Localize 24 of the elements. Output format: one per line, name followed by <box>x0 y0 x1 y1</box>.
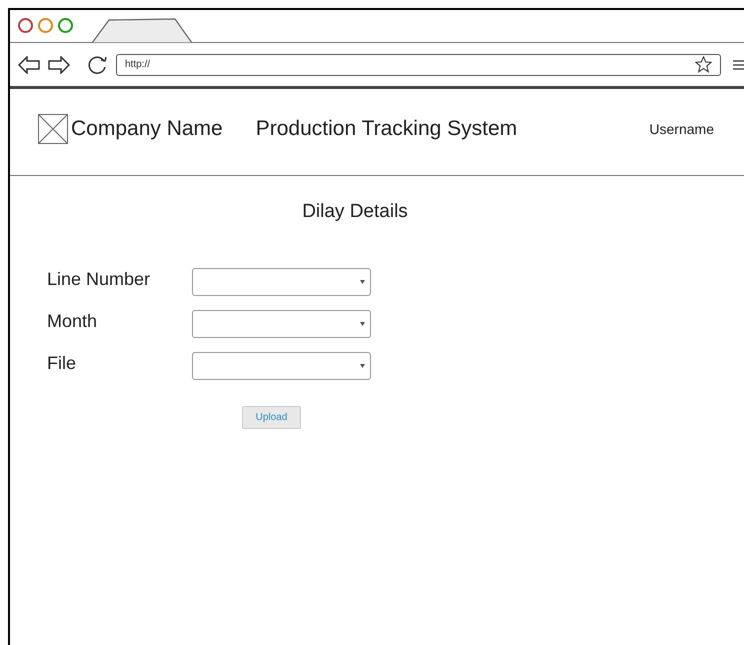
dropdown-field[interactable] <box>192 310 371 338</box>
dropdown-field[interactable] <box>192 268 371 296</box>
dropdown-caret-icon <box>360 322 365 326</box>
dropdown-caret-icon <box>360 364 365 368</box>
field-label: Month <box>47 310 98 332</box>
page-title: Dilay Details <box>302 200 408 224</box>
field-label: Line Number <box>47 268 152 290</box>
reload-icon[interactable] <box>86 54 108 76</box>
app-title: Production Tracking System <box>256 116 518 142</box>
back-arrow-icon[interactable] <box>18 56 40 74</box>
address-bar[interactable]: http:// <box>116 54 721 76</box>
browser-tab[interactable] <box>91 18 193 43</box>
field-label: File <box>47 352 78 374</box>
menu-icon[interactable] <box>733 60 744 70</box>
forward-arrow-icon[interactable] <box>48 56 70 74</box>
dropdown-field[interactable] <box>192 352 371 380</box>
username-link[interactable]: Username <box>649 118 714 140</box>
logo-placeholder-icon <box>38 114 68 144</box>
star-icon[interactable] <box>695 56 712 73</box>
maximize-window-icon[interactable] <box>58 18 73 33</box>
company-name: Company Name <box>71 116 223 142</box>
minimize-window-icon[interactable] <box>38 18 53 33</box>
dropdown-caret-icon <box>360 280 365 284</box>
close-window-icon[interactable] <box>18 18 33 33</box>
